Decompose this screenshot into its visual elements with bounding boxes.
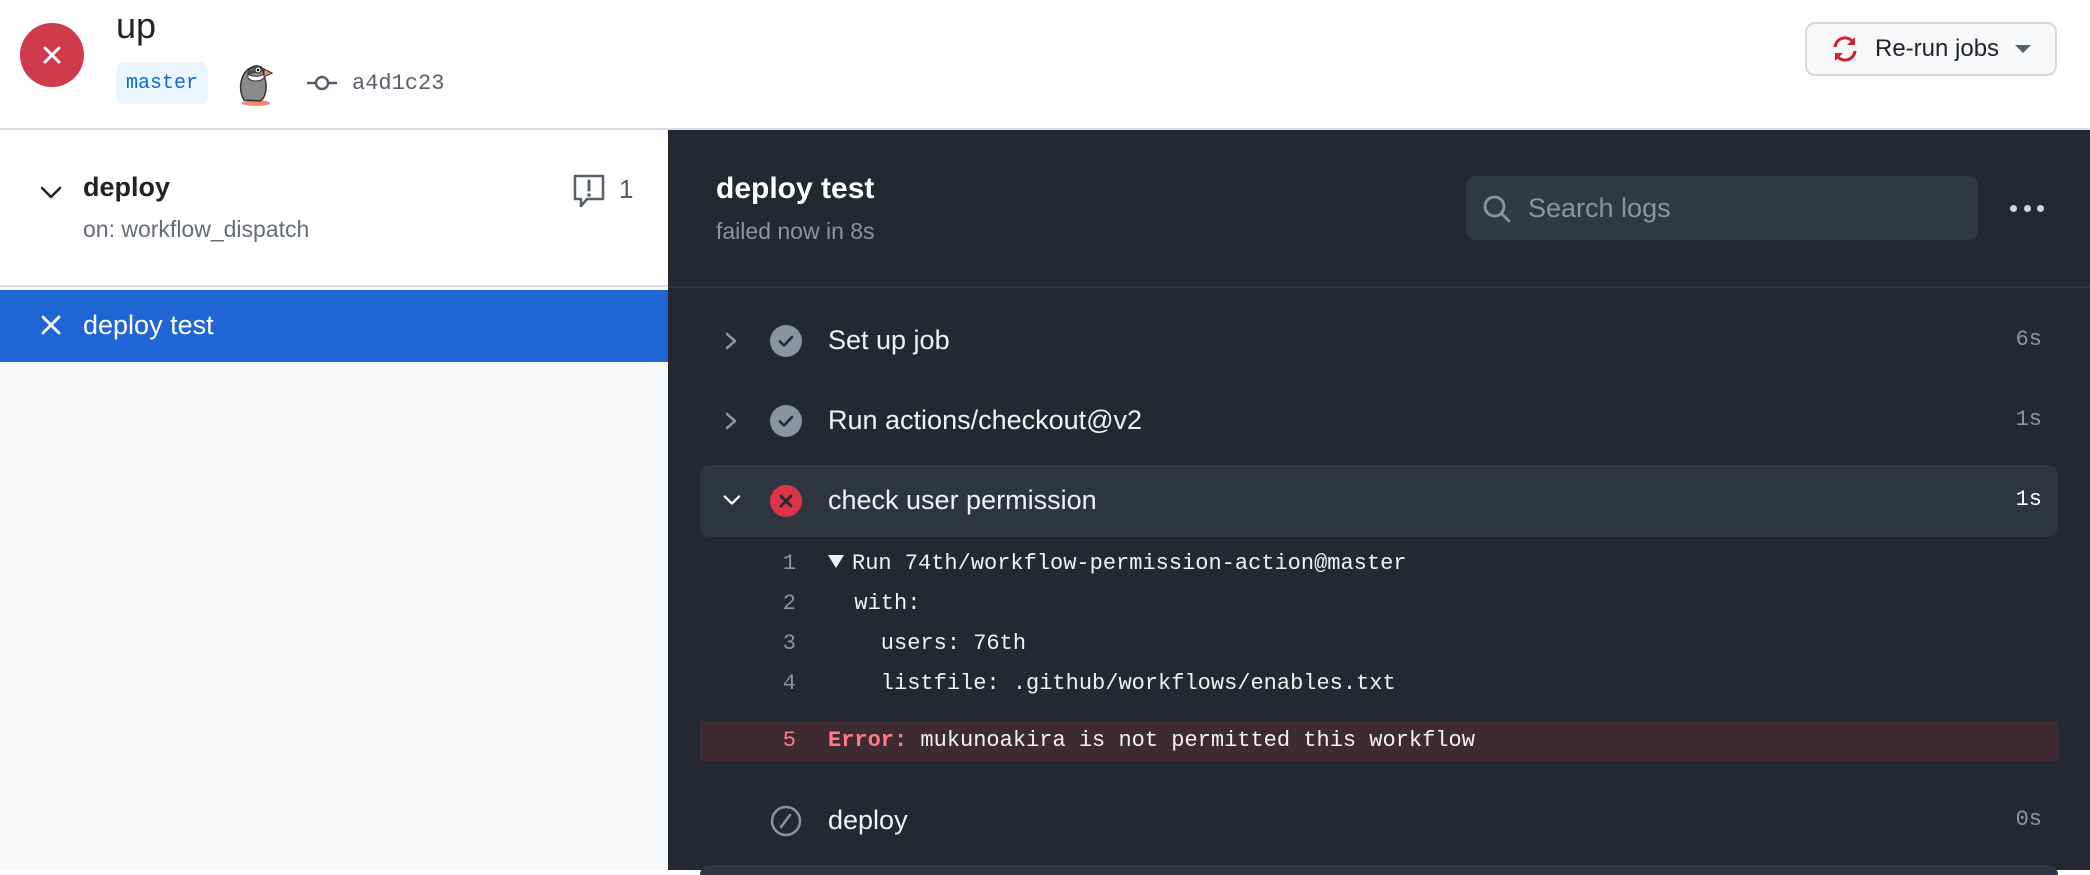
avatar[interactable] bbox=[234, 60, 278, 106]
log-text: mukunoakira is not permitted this workfl… bbox=[907, 728, 1475, 753]
job-log-panel: deploy test failed now in 8s Set up job … bbox=[668, 130, 2090, 875]
log-text: listfile: .github/workflows/enables.txt bbox=[828, 671, 1396, 696]
job-label: deploy test bbox=[83, 310, 214, 340]
more-options-button[interactable] bbox=[2006, 190, 2048, 226]
workflow-summary: deploy on: workflow_dispatch 1 bbox=[0, 130, 668, 287]
caret-down-icon bbox=[2015, 45, 2032, 53]
search-logs-input[interactable] bbox=[1528, 176, 1958, 240]
step-name: Set up job bbox=[828, 325, 950, 355]
kebab-dot-icon bbox=[2037, 204, 2044, 212]
x-icon bbox=[43, 46, 61, 64]
chevron-down-icon[interactable] bbox=[38, 182, 64, 202]
sidebar: deploy on: workflow_dispatch 1 deploy te… bbox=[0, 130, 668, 870]
step-duration: 1s bbox=[2015, 487, 2042, 512]
line-number: 2 bbox=[782, 591, 796, 616]
step-name: deploy bbox=[828, 805, 908, 835]
log-line[interactable]: 2 with: bbox=[700, 584, 2058, 624]
step-run-checkout[interactable]: Run actions/checkout@v2 1s bbox=[700, 385, 2058, 457]
kebab-dot-icon bbox=[2023, 204, 2031, 212]
run-meta: master a4d1c23 bbox=[116, 60, 444, 106]
sync-icon bbox=[1833, 36, 1857, 62]
log-text: Run 74th/workflow-permission-action@mast… bbox=[852, 551, 1407, 576]
step-name: Run actions/checkout@v2 bbox=[828, 405, 1143, 435]
branch-badge[interactable]: master bbox=[116, 62, 209, 104]
step-duration: 1s bbox=[2015, 407, 2042, 432]
workflow-name[interactable]: deploy bbox=[83, 172, 170, 203]
sidebar-item-deploy-test[interactable]: deploy test bbox=[0, 290, 668, 362]
job-subtitle: failed now in 8s bbox=[716, 218, 875, 244]
error-keyword: Error: bbox=[828, 728, 908, 753]
commit-sha[interactable]: a4d1c23 bbox=[352, 71, 444, 96]
job-title: deploy test bbox=[716, 172, 875, 205]
commit-icon bbox=[307, 75, 338, 91]
run-title: up bbox=[116, 5, 157, 46]
step-check-user-permission[interactable]: check user permission 1s bbox=[700, 465, 2058, 537]
step-set-up-job[interactable]: Set up job 6s bbox=[700, 305, 2058, 377]
line-number: 4 bbox=[782, 671, 796, 696]
line-number: 3 bbox=[782, 631, 796, 656]
chevron-right-icon bbox=[725, 332, 737, 350]
search-icon bbox=[1483, 195, 1511, 223]
check-circle-icon bbox=[770, 325, 802, 357]
line-number: 1 bbox=[782, 551, 796, 576]
log-line[interactable]: 1 Run 74th/workflow-permission-action@ma… bbox=[700, 544, 2058, 584]
rerun-jobs-button[interactable]: Re-run jobs bbox=[1805, 22, 2057, 76]
check-circle-icon bbox=[770, 405, 802, 437]
x-circle-icon bbox=[770, 485, 802, 517]
workflow-trigger: on: workflow_dispatch bbox=[83, 216, 310, 242]
run-header: up master a4d1c23 Re-run jobs bbox=[0, 0, 2090, 130]
log-line-error[interactable]: 5 Error: mukunoakira is not permitted th… bbox=[700, 721, 2058, 761]
log-text: users: 76th bbox=[828, 631, 1027, 656]
rerun-jobs-label: Re-run jobs bbox=[1875, 35, 2000, 62]
line-number: 5 bbox=[782, 728, 796, 753]
annotation-count[interactable]: 1 bbox=[619, 174, 633, 205]
chevron-down-icon bbox=[723, 495, 741, 505]
step-deploy[interactable]: deploy 0s bbox=[700, 785, 2058, 857]
log-text: with: bbox=[828, 591, 921, 616]
job-log-header: deploy test failed now in 8s bbox=[668, 130, 2090, 288]
step-name: check user permission bbox=[828, 485, 1097, 515]
chevron-right-icon bbox=[725, 412, 737, 430]
log-line[interactable]: 3 users: 76th bbox=[700, 624, 2058, 664]
step-duration: 6s bbox=[2015, 327, 2042, 352]
group-expand-triangle-icon[interactable] bbox=[828, 554, 844, 568]
search-logs-field[interactable] bbox=[1466, 176, 1978, 240]
kebab-dot-icon bbox=[2010, 204, 2017, 212]
step-duration: 0s bbox=[2015, 807, 2042, 832]
run-failed-status-icon bbox=[20, 23, 84, 87]
skipped-icon bbox=[770, 805, 802, 837]
log-line[interactable]: 4 listfile: .github/workflows/enables.tx… bbox=[700, 664, 2058, 704]
annotation-icon[interactable] bbox=[572, 173, 606, 209]
next-step-row-edge bbox=[700, 865, 2058, 875]
x-icon bbox=[41, 315, 61, 335]
